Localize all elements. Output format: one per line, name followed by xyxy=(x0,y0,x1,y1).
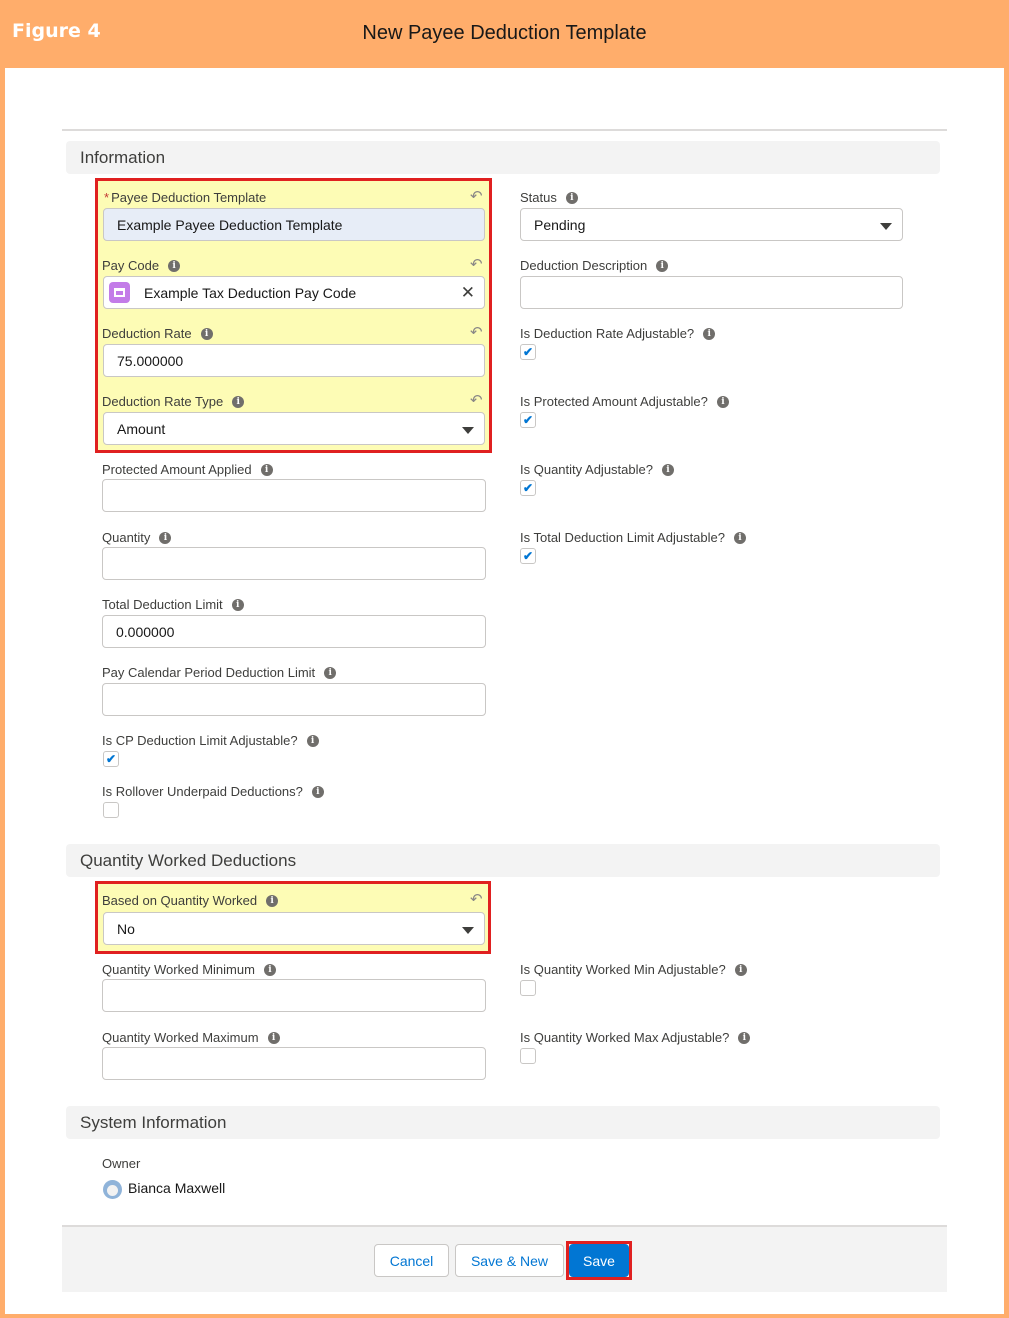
deduction-description-label: Deduction Description i xyxy=(520,258,669,273)
status-select[interactable]: Pending xyxy=(520,208,903,241)
section-system-information[interactable]: System Information xyxy=(66,1106,940,1139)
qw-maximum-input[interactable] xyxy=(102,1047,486,1080)
qw-max-adjustable-checkbox[interactable] xyxy=(520,1048,536,1064)
undo-icon[interactable]: ↶ xyxy=(470,323,483,341)
modal-title: New Payee Deduction Template xyxy=(362,22,647,44)
pay-code-label: Pay Code i xyxy=(102,258,181,273)
qw-minimum-input[interactable] xyxy=(102,979,486,1012)
total-limit-adjustable-label: Is Total Deduction Limit Adjustable? i xyxy=(520,530,746,545)
info-icon[interactable]: i xyxy=(716,395,729,408)
info-icon[interactable]: i xyxy=(661,463,674,476)
payee-template-label: * Payee Deduction Template xyxy=(104,190,267,205)
protected-adjustable-label: Is Protected Amount Adjustable? i xyxy=(520,394,729,409)
section-quantity-worked[interactable]: Quantity Worked Deductions xyxy=(66,844,940,877)
pay-calendar-limit-label: Pay Calendar Period Deduction Limit i xyxy=(102,665,337,680)
deduction-description-input[interactable] xyxy=(520,276,903,309)
rate-adjustable-label: Is Deduction Rate Adjustable? i xyxy=(520,326,716,341)
info-icon[interactable]: i xyxy=(306,734,319,747)
info-icon[interactable]: i xyxy=(565,191,578,204)
deduction-rate-type-label: Deduction Rate Type i xyxy=(102,394,245,409)
rollover-underpaid-label: Is Rollover Underpaid Deductions? i xyxy=(102,784,324,799)
rate-adjustable-checkbox[interactable]: ✔ xyxy=(520,344,536,360)
owner-label: Owner xyxy=(102,1156,141,1171)
info-icon[interactable]: i xyxy=(266,894,279,907)
info-icon[interactable]: i xyxy=(200,327,213,340)
info-icon[interactable]: i xyxy=(159,531,172,544)
pay-code-record-icon xyxy=(109,282,130,303)
deduction-rate-label: Deduction Rate i xyxy=(102,326,213,341)
quantity-input[interactable] xyxy=(102,547,486,580)
info-icon[interactable]: i xyxy=(738,1031,751,1044)
highlight-save-button xyxy=(566,1241,632,1280)
total-limit-adjustable-checkbox[interactable]: ✔ xyxy=(520,548,536,564)
cp-limit-adjustable-checkbox[interactable]: ✔ xyxy=(103,751,119,767)
chevron-down-icon xyxy=(880,223,892,230)
info-icon[interactable]: i xyxy=(734,963,747,976)
payee-template-input[interactable]: Example Payee Deduction Template xyxy=(103,208,485,241)
required-marker: * xyxy=(104,190,110,205)
protected-amount-input[interactable] xyxy=(102,479,486,512)
save-and-new-button[interactable]: Save & New xyxy=(455,1244,564,1277)
based-on-quantity-select[interactable]: No xyxy=(103,912,485,945)
undo-icon[interactable]: ↶ xyxy=(470,890,483,908)
info-icon[interactable]: i xyxy=(263,963,276,976)
cancel-button[interactable]: Cancel xyxy=(374,1244,449,1277)
info-icon[interactable]: i xyxy=(231,598,244,611)
pay-calendar-limit-input[interactable] xyxy=(102,683,486,716)
undo-icon[interactable]: ↶ xyxy=(470,391,483,409)
quantity-label: Quantity i xyxy=(102,530,172,545)
deduction-rate-type-select[interactable]: Amount xyxy=(103,412,485,445)
info-icon[interactable]: i xyxy=(311,785,324,798)
quantity-adjustable-label: Is Quantity Adjustable? i xyxy=(520,462,674,477)
based-on-quantity-label: Based on Quantity Worked i xyxy=(102,893,279,908)
total-limit-label: Total Deduction Limit i xyxy=(102,597,244,612)
qw-min-adjustable-checkbox[interactable] xyxy=(520,980,536,996)
owner-name[interactable]: Bianca Maxwell xyxy=(128,1180,225,1196)
info-icon[interactable]: i xyxy=(734,531,746,544)
chevron-down-icon xyxy=(462,427,474,434)
undo-icon[interactable]: ↶ xyxy=(470,187,483,205)
status-label: Status i xyxy=(520,190,578,205)
section-information-title: Information xyxy=(80,148,166,167)
info-icon[interactable]: i xyxy=(232,395,245,408)
deduction-rate-input[interactable]: 75.000000 xyxy=(103,344,485,377)
qw-max-adjustable-label: Is Quantity Worked Max Adjustable? i xyxy=(520,1030,751,1045)
avatar xyxy=(103,1180,122,1199)
title-divider xyxy=(62,129,947,131)
info-icon[interactable]: i xyxy=(168,259,181,272)
quantity-adjustable-checkbox[interactable]: ✔ xyxy=(520,480,536,496)
qw-minimum-label: Quantity Worked Minimum i xyxy=(102,962,276,977)
info-icon[interactable]: i xyxy=(267,1031,280,1044)
cp-limit-adjustable-label: Is CP Deduction Limit Adjustable? i xyxy=(102,733,319,748)
clear-icon[interactable]: ✕ xyxy=(461,283,475,303)
qw-maximum-label: Quantity Worked Maximum i xyxy=(102,1030,280,1045)
section-system-title: System Information xyxy=(80,1113,227,1132)
pay-code-lookup[interactable]: Example Tax Deduction Pay Code ✕ xyxy=(103,276,485,309)
undo-icon[interactable]: ↶ xyxy=(470,255,483,273)
section-information[interactable]: Information xyxy=(66,141,940,174)
qw-min-adjustable-label: Is Quantity Worked Min Adjustable? i xyxy=(520,962,747,977)
info-icon[interactable]: i xyxy=(324,666,337,679)
rollover-underpaid-checkbox[interactable] xyxy=(103,802,119,818)
protected-amount-label: Protected Amount Applied i xyxy=(102,462,273,477)
chevron-down-icon xyxy=(462,927,474,934)
info-icon[interactable]: i xyxy=(703,327,716,340)
total-limit-input[interactable]: 0.000000 xyxy=(102,615,486,648)
info-icon[interactable]: i xyxy=(260,463,273,476)
protected-adjustable-checkbox[interactable]: ✔ xyxy=(520,412,536,428)
info-icon[interactable]: i xyxy=(656,259,669,272)
section-quantity-worked-title: Quantity Worked Deductions xyxy=(80,851,297,870)
